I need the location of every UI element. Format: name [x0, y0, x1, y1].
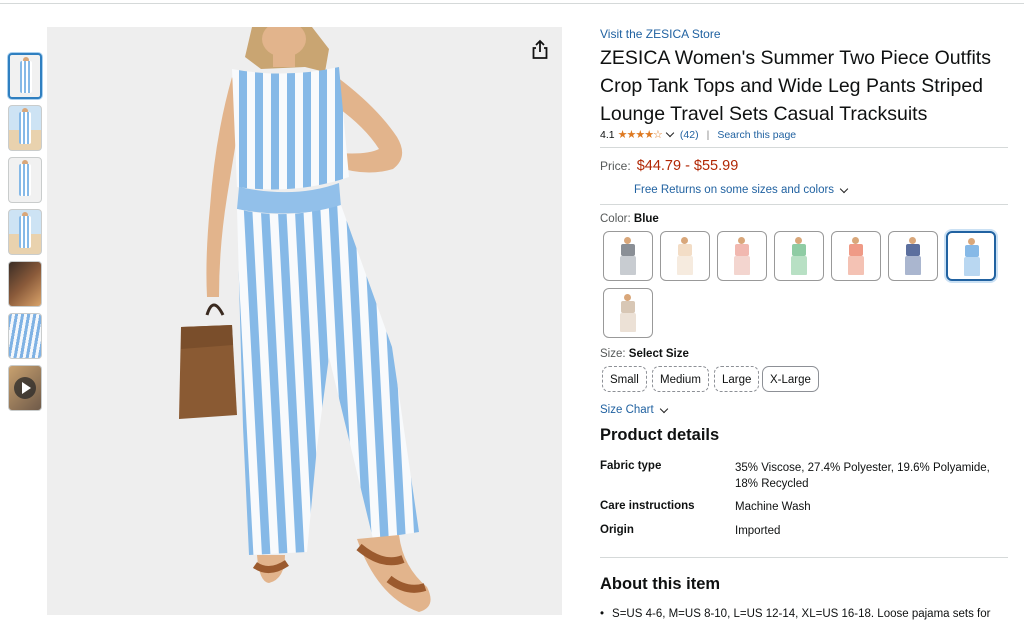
model-illustration	[179, 27, 431, 612]
selected-color: Blue	[633, 213, 659, 225]
about-this-item-heading: About this item	[600, 575, 721, 593]
thumbnail-5[interactable]	[8, 261, 42, 307]
share-icon[interactable]	[528, 38, 552, 62]
detail-key: Fabric type	[600, 460, 662, 472]
swatch-tan[interactable]	[603, 288, 653, 338]
store-link[interactable]: Visit the ZESICA Store	[600, 27, 721, 41]
separator: |	[706, 128, 710, 141]
thumbnail-1[interactable]	[8, 53, 42, 99]
size-option-medium[interactable]: Medium	[652, 366, 709, 392]
thumbnail-video[interactable]	[8, 365, 42, 411]
size-label-row: Size: Select Size	[600, 348, 689, 360]
thumbnail-strip	[8, 53, 42, 417]
swatch-coral[interactable]	[831, 231, 881, 281]
selected-size: Select Size	[628, 348, 689, 360]
price-range: $44.79 - $55.99	[636, 158, 739, 174]
rating-row: 4.1 ★★★★☆ (42) | Search this page	[600, 128, 796, 142]
thumbnail-3[interactable]	[8, 157, 42, 203]
swatch-green[interactable]	[774, 231, 824, 281]
thumbnail-2[interactable]	[8, 105, 42, 151]
swatch-pink[interactable]	[717, 231, 767, 281]
swatch-cream[interactable]	[660, 231, 710, 281]
play-icon	[14, 377, 36, 399]
color-label: Color:	[600, 213, 631, 225]
detail-key: Care instructions	[600, 500, 695, 512]
size-option-small[interactable]: Small	[602, 366, 647, 392]
product-details-heading: Product details	[600, 426, 720, 444]
star-rating-icon[interactable]: ★★★★☆	[618, 128, 663, 141]
detail-key: Origin	[600, 524, 634, 536]
thumbnail-4[interactable]	[8, 209, 42, 255]
search-this-page-link[interactable]: Search this page	[717, 129, 796, 141]
color-label-row: Color: Blue	[600, 213, 659, 225]
rating-value: 4.1	[600, 128, 615, 141]
swatch-gray[interactable]	[603, 231, 653, 281]
divider	[600, 204, 1008, 205]
size-label: Size:	[600, 348, 626, 360]
detail-value: Imported	[735, 525, 781, 537]
size-option-large[interactable]: Large	[714, 366, 760, 392]
price-label: Price:	[600, 159, 631, 173]
about-bullet: S=US 4-6, M=US 8-10, L=US 12-14, XL=US 1…	[600, 608, 990, 620]
detail-value: Machine Wash	[735, 501, 811, 513]
review-count-link[interactable]: (42)	[680, 129, 699, 141]
chevron-down-icon	[839, 184, 849, 193]
free-returns-text: Free Returns on some sizes and colors	[634, 184, 835, 196]
product-title: ZESICA Women's Summer Two Piece Outfits …	[600, 47, 991, 125]
swatch-blue-selected[interactable]	[946, 231, 996, 281]
chevron-down-icon[interactable]	[665, 128, 675, 138]
size-option-x-large[interactable]: X-Large	[762, 366, 819, 392]
chevron-down-icon	[659, 404, 668, 413]
price-row: Price: $44.79 - $55.99	[600, 158, 738, 174]
free-returns-link[interactable]: Free Returns on some sizes and colors	[634, 184, 851, 196]
size-chart-link[interactable]: Size Chart	[600, 404, 671, 416]
detail-value: 35% Viscose, 27.4% Polyester, 19.6% Poly…	[735, 462, 990, 490]
divider	[600, 147, 1008, 148]
divider	[600, 557, 1008, 558]
main-product-image[interactable]	[47, 27, 562, 615]
swatch-navy[interactable]	[888, 231, 938, 281]
top-divider	[0, 3, 1024, 4]
thumbnail-6[interactable]	[8, 313, 42, 359]
size-chart-text: Size Chart	[600, 404, 654, 416]
